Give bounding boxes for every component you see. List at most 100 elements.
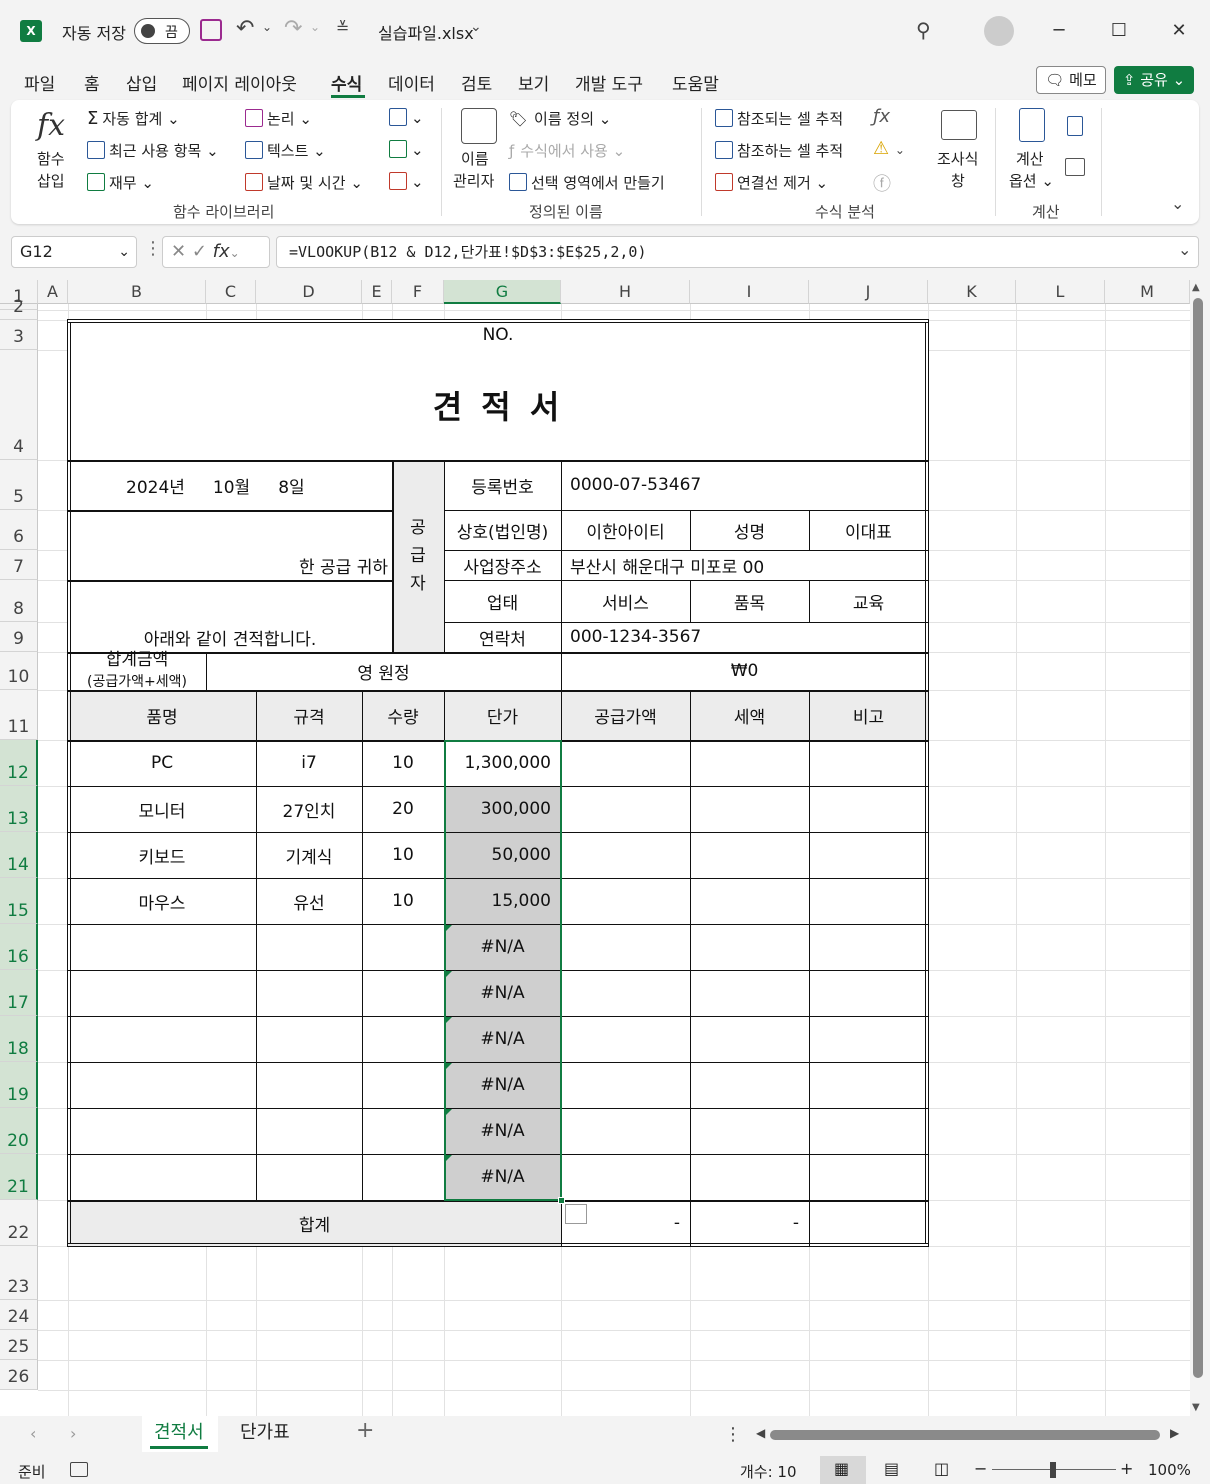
row-header[interactable]: 19 bbox=[0, 1062, 38, 1108]
total-value[interactable]: ₩0 bbox=[561, 652, 928, 690]
calculate-sheet-icon[interactable] bbox=[1065, 158, 1085, 176]
sum-label[interactable]: 합계 bbox=[68, 1200, 561, 1246]
column-header[interactable]: B bbox=[68, 280, 206, 304]
redo-icon[interactable]: ↷ bbox=[284, 16, 302, 41]
menu-developer[interactable]: 개발 도구 bbox=[575, 70, 643, 95]
recent-functions-button[interactable]: 최근 사용 항목 ⌄ bbox=[87, 140, 219, 161]
item-qty[interactable] bbox=[362, 924, 444, 970]
row-header[interactable]: 12 bbox=[0, 740, 38, 786]
item-name[interactable]: 키보드 bbox=[68, 832, 256, 878]
prev-sheet-icon[interactable]: ‹ bbox=[30, 1424, 36, 1443]
item-qty[interactable] bbox=[362, 970, 444, 1016]
contact-value[interactable]: 000-1234-3567 bbox=[561, 622, 928, 652]
item-tax[interactable] bbox=[690, 924, 809, 970]
math-button[interactable]: ⌄ bbox=[389, 140, 424, 159]
row-header[interactable]: 25 bbox=[0, 1330, 38, 1360]
zoom-level[interactable]: 100% bbox=[1148, 1461, 1191, 1479]
text-button[interactable]: 텍스트 ⌄ bbox=[245, 140, 326, 161]
row-header[interactable]: 8 bbox=[0, 580, 38, 622]
row-header[interactable]: 5 bbox=[0, 460, 38, 510]
table-header[interactable]: 비고 bbox=[809, 690, 928, 740]
row-header[interactable]: 15 bbox=[0, 878, 38, 924]
row-header[interactable]: 21 bbox=[0, 1154, 38, 1200]
column-header[interactable]: C bbox=[206, 280, 256, 304]
item-spec[interactable]: 기계식 bbox=[256, 832, 362, 878]
normal-view-icon[interactable]: ▦ bbox=[820, 1456, 866, 1484]
row-header[interactable]: 17 bbox=[0, 970, 38, 1016]
row-header[interactable]: 2 bbox=[0, 297, 38, 320]
watch-window-icon[interactable] bbox=[941, 110, 977, 140]
enter-icon[interactable]: ✓ bbox=[192, 241, 207, 262]
remove-arrows-button[interactable]: 연결선 제거 ⌄ bbox=[715, 172, 828, 193]
item-tax[interactable] bbox=[690, 1108, 809, 1154]
menu-insert[interactable]: 삽입 bbox=[126, 70, 157, 95]
page-layout-view-icon[interactable]: ▤ bbox=[884, 1459, 899, 1478]
item-price[interactable]: 50,000 bbox=[444, 832, 561, 878]
scroll-right-icon[interactable]: ▶ bbox=[1170, 1426, 1179, 1440]
item-qty[interactable]: 10 bbox=[362, 878, 444, 924]
datetime-button[interactable]: 날짜 및 시간 ⌄ bbox=[245, 172, 363, 193]
item-note[interactable] bbox=[809, 786, 928, 832]
ceo-label[interactable]: 성명 bbox=[690, 510, 809, 550]
row-header[interactable]: 14 bbox=[0, 832, 38, 878]
intro-text[interactable]: 아래와 같이 견적합니다. bbox=[68, 622, 392, 652]
error-indicator-icon[interactable] bbox=[445, 925, 452, 932]
formula-input[interactable]: =VLOOKUP(B12 & D12,단가표!$D$3:$E$25,2,0) bbox=[276, 236, 1199, 268]
item-qty[interactable] bbox=[362, 1016, 444, 1062]
calc-options-label-1[interactable]: 계산 bbox=[1016, 148, 1044, 169]
recipient-name[interactable] bbox=[68, 510, 392, 550]
item-note[interactable] bbox=[809, 1016, 928, 1062]
row-header[interactable]: 24 bbox=[0, 1300, 38, 1330]
item-supply[interactable] bbox=[561, 878, 690, 924]
quote-title[interactable]: 견 적 서 bbox=[68, 350, 928, 460]
item-price[interactable]: #N/A bbox=[444, 1108, 561, 1154]
undo-dropdown-icon[interactable]: ⌄ bbox=[262, 20, 272, 34]
no-label[interactable]: NO. bbox=[68, 320, 928, 350]
company-label[interactable]: 상호(법인명) bbox=[444, 510, 561, 550]
total-korean[interactable]: 영 원정 bbox=[206, 652, 561, 690]
scroll-up-icon[interactable]: ▲ bbox=[1192, 282, 1200, 293]
item-price[interactable]: #N/A bbox=[444, 1016, 561, 1062]
item-name[interactable] bbox=[68, 970, 256, 1016]
file-name-chevron-icon[interactable]: ⌄ bbox=[470, 19, 482, 35]
item-note[interactable] bbox=[809, 740, 928, 786]
item-supply[interactable] bbox=[561, 1062, 690, 1108]
row-header[interactable]: 23 bbox=[0, 1246, 38, 1300]
menu-home[interactable]: 홈 bbox=[84, 70, 100, 95]
row-header[interactable]: 10 bbox=[0, 652, 38, 690]
row-header[interactable]: 6 bbox=[0, 510, 38, 550]
row-header[interactable]: 3 bbox=[0, 320, 38, 350]
item-price[interactable]: #N/A bbox=[444, 1154, 561, 1200]
insert-function-label-2[interactable]: 삽입 bbox=[37, 170, 65, 191]
column-header[interactable]: H bbox=[561, 280, 690, 304]
error-indicator-icon[interactable] bbox=[445, 1017, 452, 1024]
item-spec[interactable]: 유선 bbox=[256, 878, 362, 924]
reg-no-label[interactable]: 등록번호 bbox=[444, 460, 561, 510]
item-tax[interactable] bbox=[690, 1016, 809, 1062]
fill-handle[interactable] bbox=[558, 1197, 565, 1204]
item-name[interactable]: 마우스 bbox=[68, 878, 256, 924]
table-header[interactable]: 수량 bbox=[362, 690, 444, 740]
item-spec[interactable] bbox=[256, 1016, 362, 1062]
name-manager-label-1[interactable]: 이름 bbox=[461, 148, 489, 169]
contact-label[interactable]: 연락처 bbox=[444, 622, 561, 652]
fx-chevron-icon[interactable]: ⌄ bbox=[230, 246, 240, 260]
memo-button[interactable]: 🗨 메모 bbox=[1036, 66, 1106, 94]
quote-date[interactable]: 2024년 10월 8일 bbox=[68, 460, 392, 510]
row-header[interactable]: 7 bbox=[0, 550, 38, 580]
item-kind-label[interactable]: 품목 bbox=[690, 580, 809, 622]
menu-page-layout[interactable]: 페이지 레이아웃 bbox=[182, 70, 297, 95]
calculator-icon[interactable] bbox=[1019, 108, 1045, 142]
sum-tax[interactable]: - bbox=[690, 1200, 809, 1246]
biz-type-value[interactable]: 서비스 bbox=[561, 580, 690, 622]
item-note[interactable] bbox=[809, 878, 928, 924]
collapse-ribbon-icon[interactable]: ⌄ bbox=[1171, 194, 1184, 213]
calculate-now-icon[interactable] bbox=[1067, 116, 1083, 136]
minimize-icon[interactable]: ─ bbox=[1044, 16, 1074, 46]
avatar[interactable] bbox=[984, 16, 1014, 46]
item-qty[interactable] bbox=[362, 1154, 444, 1200]
item-note[interactable] bbox=[809, 924, 928, 970]
page-break-view-icon[interactable]: ◫ bbox=[934, 1459, 949, 1478]
row-header[interactable]: 18 bbox=[0, 1016, 38, 1062]
address-label[interactable]: 사업장주소 bbox=[444, 550, 561, 580]
